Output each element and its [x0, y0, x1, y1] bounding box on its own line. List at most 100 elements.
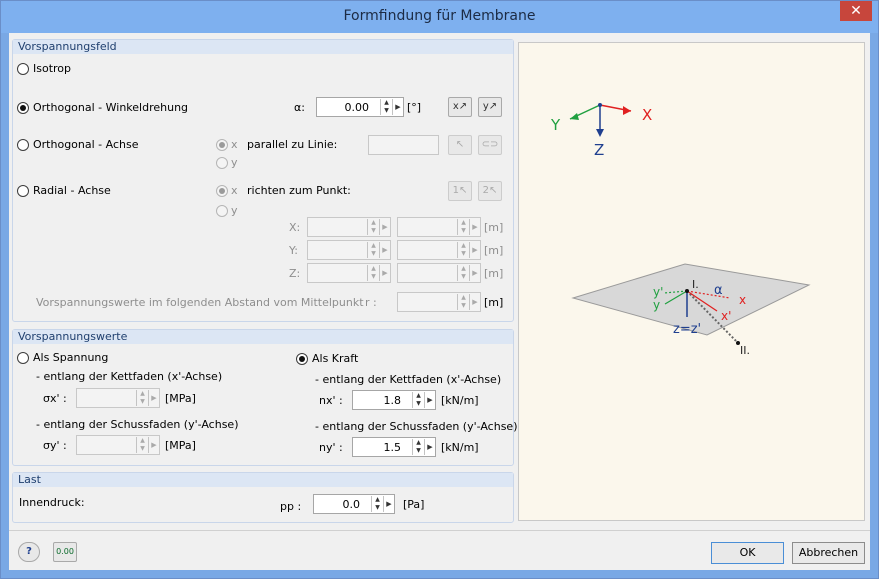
- coord-x-input-1[interactable]: ▲ ▼ ▶: [307, 217, 391, 237]
- x-arrow-icon: [623, 106, 631, 115]
- select-line-button[interactable]: ⊂⊃: [478, 135, 502, 155]
- weft-stress-label: - entlang der Schussfaden (y'-Achse): [36, 418, 239, 431]
- coord-x-input-2[interactable]: ▲ ▼ ▶: [397, 217, 481, 237]
- sigma-y-label: σy' :: [43, 439, 67, 452]
- membrane-diagram: X Y Z I. α x x' y' y z=z' II.: [550, 103, 811, 357]
- spin-updown-icon[interactable]: ▲ ▼: [412, 439, 424, 455]
- r-label: r :: [365, 296, 377, 309]
- arrow-right-icon[interactable]: ▶: [424, 439, 435, 455]
- radio-axis-x-parallel[interactable]: [216, 139, 228, 151]
- alpha-value: 0.00: [344, 101, 370, 114]
- n-x-label: nx' :: [319, 394, 343, 407]
- load-group: Last Innendruck: pp : 0.0 ▲ ▼ ▶ [Pa]: [12, 472, 514, 523]
- spin-updown-icon[interactable]: ▲ ▼: [380, 99, 392, 115]
- local-yprime-label: y': [653, 285, 663, 299]
- alpha-label: α:: [294, 101, 305, 114]
- n-x-value: 1.8: [383, 394, 402, 407]
- help-icon[interactable]: ?: [18, 542, 40, 562]
- pick-point-1-button[interactable]: 1↖: [448, 181, 472, 201]
- close-icon[interactable]: ✕: [840, 1, 872, 21]
- spin-updown-icon[interactable]: ▲ ▼: [371, 496, 383, 512]
- point-ii-label: II.: [740, 344, 750, 357]
- axis-z-label: Z: [594, 141, 604, 159]
- as-force-label: Als Kraft: [312, 352, 359, 365]
- coord-y-label: Y:: [289, 244, 298, 257]
- pp-input[interactable]: 0.0 ▲ ▼ ▶: [313, 494, 395, 514]
- axis-x-label: x: [231, 184, 238, 197]
- line-input[interactable]: [368, 135, 439, 155]
- group-header: Last: [13, 473, 513, 487]
- arrow-right-icon[interactable]: ▶: [392, 99, 403, 115]
- alpha-label: α: [714, 283, 723, 298]
- arrow-right-icon[interactable]: ▶: [383, 496, 394, 512]
- distance-label: Vorspannungswerte im folgenden Abstand v…: [36, 296, 364, 309]
- radius-unit: [m]: [484, 296, 504, 309]
- pp-unit: [Pa]: [403, 498, 425, 511]
- pick-x-axis-button[interactable]: x↗: [448, 97, 472, 117]
- y-arrow-icon: [570, 113, 579, 120]
- radio-axis-y-radial[interactable]: [216, 205, 228, 217]
- global-axes: X Y Z: [550, 103, 652, 159]
- sigma-x-label: σx' :: [43, 392, 67, 405]
- footer-divider: [9, 530, 870, 531]
- n-y-unit: [kN/m]: [441, 441, 479, 454]
- alpha-unit: [°]: [407, 101, 422, 114]
- dialog-body: Vorspannungsfeld Isotrop Orthogonal - Wi…: [9, 33, 870, 570]
- radio-isotrop[interactable]: [17, 63, 29, 75]
- orthogonal-rotation-label: Orthogonal - Winkeldrehung: [33, 101, 189, 114]
- axis-x-label: x: [231, 138, 238, 151]
- group-header: Vorspannungsfeld: [13, 40, 513, 54]
- pick-line-button[interactable]: ↖: [448, 135, 472, 155]
- point-i-label: I.: [692, 278, 699, 291]
- coord-z-input-1[interactable]: ▲ ▼ ▶: [307, 263, 391, 283]
- pp-value: 0.0: [342, 498, 361, 511]
- prestress-field-group: Vorspannungsfeld Isotrop Orthogonal - Wi…: [12, 39, 514, 322]
- coord-y-input-2[interactable]: ▲ ▼ ▶: [397, 240, 481, 260]
- units-icon[interactable]: 0.00: [53, 542, 77, 562]
- coord-z-unit: [m]: [484, 267, 504, 280]
- radial-axis-label: Radial - Achse: [33, 184, 111, 197]
- n-y-input[interactable]: 1.5 ▲ ▼ ▶: [352, 437, 436, 457]
- local-x-label: x: [739, 293, 746, 307]
- coord-y-unit: [m]: [484, 244, 504, 257]
- radio-as-stress[interactable]: [17, 352, 29, 364]
- radio-orthogonal-axis[interactable]: [17, 139, 29, 151]
- radius-input[interactable]: ▲ ▼ ▶: [397, 292, 481, 312]
- radio-radial-axis[interactable]: [17, 185, 29, 197]
- cancel-button[interactable]: Abbrechen: [792, 542, 865, 564]
- axis-x-label: X: [642, 106, 652, 124]
- coord-y-input-1[interactable]: ▲ ▼ ▶: [307, 240, 391, 260]
- dialog-window: Formfindung für Membrane ✕ Vorspannungsf…: [0, 0, 879, 579]
- isotrop-label: Isotrop: [33, 62, 72, 75]
- internal-pressure-label: Innendruck:: [19, 496, 85, 509]
- coord-z-input-2[interactable]: ▲ ▼ ▶: [397, 263, 481, 283]
- alpha-input[interactable]: 0.00 ▲ ▼ ▶: [316, 97, 404, 117]
- n-x-input[interactable]: 1.8 ▲ ▼ ▶: [352, 390, 436, 410]
- spin-updown-icon[interactable]: ▲ ▼: [412, 392, 424, 408]
- axis-y-label: y: [231, 204, 238, 217]
- coord-x-unit: [m]: [484, 221, 504, 234]
- radio-axis-y-parallel[interactable]: [216, 157, 228, 169]
- pick-point-2-button[interactable]: 2↖: [478, 181, 502, 201]
- warp-force-label: - entlang der Kettfaden (x'-Achse): [315, 373, 502, 386]
- orthogonal-axis-label: Orthogonal - Achse: [33, 138, 139, 151]
- preview-panel: X Y Z I. α x x' y' y z=z' II.: [518, 42, 865, 521]
- axis-y-label: y: [231, 156, 238, 169]
- sigma-x-input[interactable]: ▲ ▼ ▶: [76, 388, 160, 408]
- arrow-right-icon[interactable]: ▶: [424, 392, 435, 408]
- sigma-y-input[interactable]: ▲ ▼ ▶: [76, 435, 160, 455]
- z-arrow-icon: [596, 129, 604, 137]
- pick-y-axis-button[interactable]: y↗: [478, 97, 502, 117]
- parallel-to-line-label: parallel zu Linie:: [247, 138, 338, 151]
- radio-as-force[interactable]: [296, 353, 308, 365]
- coord-x-label: X:: [289, 221, 301, 234]
- radio-axis-x-radial[interactable]: [216, 185, 228, 197]
- local-xprime-label: x': [721, 309, 731, 323]
- prestress-values-group: Vorspannungswerte Als Spannung - entlang…: [12, 329, 518, 466]
- ok-button[interactable]: OK: [711, 542, 784, 564]
- pp-label: pp :: [280, 500, 302, 513]
- as-stress-label: Als Spannung: [33, 351, 109, 364]
- local-z-label: z=z': [673, 322, 701, 337]
- n-y-value: 1.5: [383, 441, 402, 454]
- radio-orthogonal-rotation[interactable]: [17, 102, 29, 114]
